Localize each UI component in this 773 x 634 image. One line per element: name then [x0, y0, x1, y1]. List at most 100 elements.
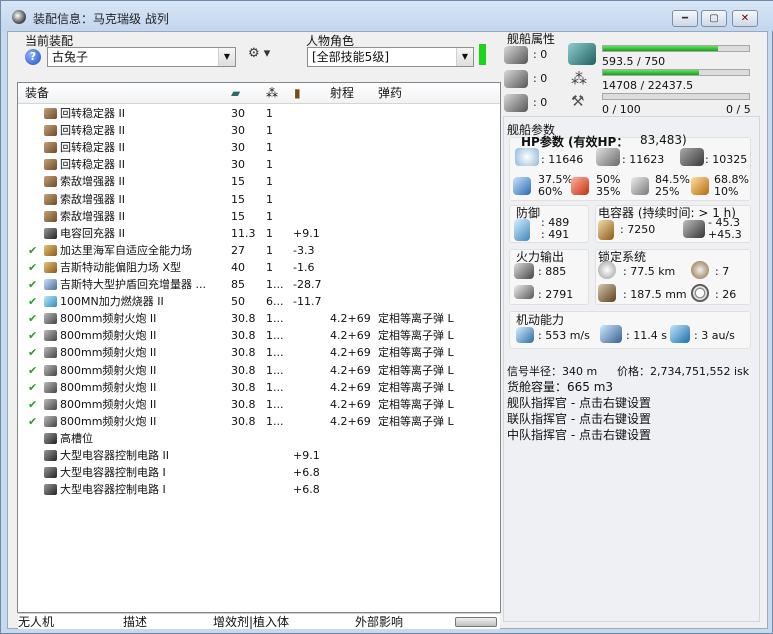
module-row[interactable]: 回转稳定器 II 30 1 [18, 122, 494, 139]
col-equipment[interactable]: 装备 [25, 83, 49, 103]
tab-boosters-implants[interactable]: 增效剂|植入体 [213, 614, 289, 630]
module-icon [44, 381, 57, 393]
module-row[interactable]: ✔ 800mm频射火炮 II 30.8 1... 4.2+69 定相等离子弹 L [18, 413, 494, 430]
help-icon[interactable]: ? [25, 49, 41, 65]
armor-icon [596, 148, 620, 166]
cpu-bar-fill [603, 46, 719, 51]
module-row[interactable]: 高槽位 [18, 430, 494, 447]
module-row[interactable]: ✔ 800mm频射火炮 II 30.8 1... 4.2+69 定相等离子弹 L [18, 396, 494, 413]
module-capacitor: -1.6 [293, 260, 315, 274]
module-row[interactable]: 索敌增强器 II 15 1 [18, 208, 494, 225]
module-icon [44, 313, 57, 325]
max-targets-icon [691, 261, 709, 279]
module-capacitor: +6.8 [293, 483, 320, 497]
module-row[interactable]: 回转稳定器 II 30 1 [18, 156, 494, 173]
fleet-commander[interactable]: 舰队指挥官 - 点击右键设置 [507, 394, 651, 411]
module-powergrid: 1 [266, 226, 273, 240]
module-list[interactable]: 装备 ▰ ⁂ ▮ 射程 弹药 回转稳定器 II 30 1 回转稳定器 II 30 1 回转稳… [17, 82, 501, 613]
low-slot-value: : 0 [533, 96, 548, 109]
thermal-resist-icon [571, 177, 589, 195]
minimize-button[interactable]: ━ [672, 10, 698, 27]
align-time-icon [600, 325, 622, 343]
hp-value: 83,483) [640, 133, 687, 147]
close-button[interactable]: ✕ [732, 10, 758, 27]
thermal-resist: 50% 35% [596, 174, 620, 198]
module-row[interactable]: ✔ 100MN加力燃烧器 II 50 6... -11.7 [18, 293, 494, 310]
module-row[interactable]: 回转稳定器 II 30 1 [18, 105, 494, 122]
tools-dropdown-button[interactable]: ⚙ ▾ [248, 46, 270, 61]
module-status-check: ✔ [28, 380, 38, 394]
module-row[interactable]: 电容回充器 II 11.3 1 +9.1 [18, 225, 494, 242]
module-icon [44, 108, 57, 119]
tab-drones[interactable]: 无人机 [18, 614, 54, 630]
module-status-check: ✔ [28, 346, 38, 360]
module-range: 4.2+69 [330, 380, 371, 394]
module-name: 800mm频射火炮 II [60, 380, 157, 394]
capacitor-delta-icon [683, 220, 705, 238]
module-powergrid: 1 [266, 141, 273, 155]
module-row[interactable]: 回转稳定器 II 30 1 [18, 139, 494, 156]
module-icon [44, 244, 57, 256]
window: 装配信息：马克瑞级 战列 ━ ▢ ✕ 当前装配 ? 古兔子 ▼ ⚙ ▾ 人物角色… [0, 0, 773, 634]
module-range: 4.2+69 [330, 363, 371, 377]
module-row[interactable]: 索敌增强器 II 15 1 [18, 191, 494, 208]
module-row[interactable]: ✔ 800mm频射火炮 II 30.8 1... 4.2+69 定相等离子弹 L [18, 344, 494, 361]
medium-slot-value: : 0 [533, 72, 548, 85]
module-icon [44, 467, 57, 479]
module-powergrid: 1 [266, 192, 273, 206]
module-row[interactable]: ✔ 加达里海军自适应全能力场 27 1 -3.3 [18, 242, 494, 259]
wing-commander[interactable]: 联队指挥官 - 点击右键设置 [507, 410, 651, 427]
col-cpu-icon[interactable]: ▰ [231, 83, 240, 103]
module-row[interactable]: ✔ 800mm频射火炮 II 30.8 1... 4.2+69 定相等离子弹 L [18, 379, 494, 396]
module-powergrid: 1 [266, 260, 273, 274]
capacitor-icon [598, 220, 614, 240]
chevron-down-icon: ▼ [456, 48, 473, 66]
squad-commander[interactable]: 中队指挥官 - 点击右键设置 [507, 426, 651, 443]
capacitor-recharge: +45.3 [708, 228, 742, 241]
module-row[interactable]: 大型电容器控制电路 I +6.8 [18, 464, 494, 481]
col-cap-icon[interactable]: ▮ [294, 83, 301, 103]
module-cpu: 30 [231, 124, 245, 138]
module-row[interactable]: ✔ 800mm频射火炮 II 30.8 1... 4.2+69 定相等离子弹 L [18, 362, 494, 379]
module-name: 回转稳定器 II [60, 124, 125, 138]
module-row[interactable]: 大型电容器控制电路 I +6.8 [18, 481, 494, 498]
module-powergrid: 1... [266, 312, 284, 326]
module-range: 4.2+69 [330, 346, 371, 360]
tab-scroll-button[interactable] [455, 617, 497, 627]
module-name: 800mm频射火炮 II [60, 346, 157, 360]
maximize-button[interactable]: ▢ [701, 10, 727, 27]
module-cpu: 85 [231, 278, 245, 291]
module-name: 800mm频射火炮 II [60, 363, 157, 377]
low-slot-icon [504, 94, 528, 112]
module-row[interactable]: ✔ 800mm频射火炮 II 30.8 1... 4.2+69 定相等离子弹 L [18, 327, 494, 344]
high-slot-icon [504, 46, 528, 64]
module-row[interactable]: 索敌增强器 II 15 1 [18, 173, 494, 190]
module-row[interactable]: ✔ 吉斯特动能偏阻力场 X型 40 1 -1.6 [18, 259, 494, 276]
module-cpu: 30.8 [231, 380, 256, 394]
module-row[interactable]: ✔ 吉斯特大型护盾回充增量器 ... 85 1... -28.7 [18, 276, 494, 293]
module-powergrid: 1 [266, 124, 273, 138]
fit-select[interactable]: 古兔子 ▼ [47, 47, 236, 67]
explosive-resist: 68.8% 10% [714, 174, 749, 198]
col-ammo[interactable]: 弹药 [378, 83, 402, 103]
module-name: 索敌增强器 II [60, 209, 125, 223]
module-ammo: 定相等离子弹 L [378, 329, 454, 343]
module-range: 4.2+69 [330, 329, 371, 343]
col-range[interactable]: 射程 [330, 83, 354, 103]
col-pg-icon[interactable]: ⁂ [266, 83, 278, 103]
tab-external-effects[interactable]: 外部影响 [355, 614, 403, 630]
tab-description[interactable]: 描述 [123, 614, 147, 630]
wrench-icon: ⚙ [248, 46, 260, 61]
module-row[interactable]: ✔ 800mm频射火炮 II 30.8 1... 4.2+69 定相等离子弹 L [18, 310, 494, 327]
character-select[interactable]: [全部技能5级] ▼ [307, 47, 474, 67]
module-status-check: ✔ [28, 414, 38, 428]
ship-price: 价格：2,734,751,552 isk [617, 365, 750, 378]
medium-slot-icon [504, 70, 528, 88]
title-bar[interactable]: 装配信息：马克瑞级 战列 ━ ▢ ✕ [1, 1, 773, 31]
module-row[interactable]: 大型电容器控制电路 II +9.1 [18, 447, 494, 464]
module-icon [44, 193, 57, 205]
module-status-check: ✔ [28, 295, 38, 309]
fit-select-value: 古兔子 [52, 50, 89, 64]
module-powergrid: 6... [266, 295, 284, 309]
shield-hp: : 11646 [541, 153, 584, 166]
